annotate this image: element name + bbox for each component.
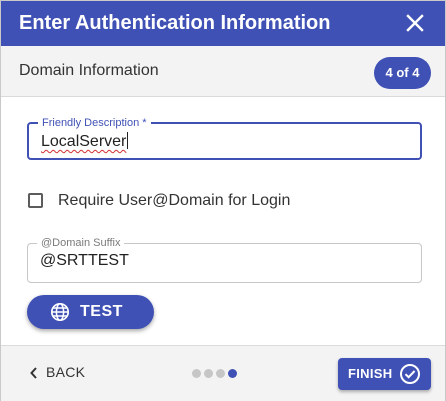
dialog-title: Enter Authentication Information	[19, 12, 331, 34]
text-caret	[127, 132, 129, 149]
dialog-titlebar: Enter Authentication Information	[1, 1, 445, 46]
require-user-domain-checkbox[interactable]	[28, 193, 43, 208]
authentication-dialog: Enter Authentication Information Domain …	[0, 0, 446, 401]
friendly-description-input[interactable]: LocalServer	[41, 132, 129, 151]
friendly-description-label: Friendly Description *	[38, 116, 151, 130]
test-button[interactable]: TEST	[27, 295, 154, 329]
domain-suffix-input[interactable]: @SRTTEST	[40, 252, 129, 270]
friendly-description-field[interactable]: Friendly Description * LocalServer	[27, 116, 422, 160]
require-user-domain-label[interactable]: Require User@Domain for Login	[58, 192, 290, 210]
step-indicator	[192, 369, 242, 379]
test-button-label: TEST	[80, 303, 123, 320]
step-dot	[228, 369, 237, 378]
finish-button[interactable]: FINISH	[338, 358, 431, 390]
check-circle-icon	[400, 364, 420, 384]
section-title: Domain Information	[19, 62, 159, 79]
chevron-left-icon	[30, 367, 37, 379]
globe-icon	[50, 302, 70, 322]
back-button[interactable]: BACK	[29, 363, 99, 383]
friendly-description-value: LocalServer	[41, 133, 127, 150]
close-button[interactable]	[403, 11, 427, 35]
back-button-label: BACK	[46, 364, 86, 380]
step-dot	[192, 369, 201, 378]
close-icon	[406, 14, 424, 32]
finish-button-label: FINISH	[348, 366, 393, 381]
domain-suffix-field[interactable]: @Domain Suffix @SRTTEST	[27, 236, 422, 283]
require-user-domain-row[interactable]: Require User@Domain for Login	[28, 192, 328, 212]
step-dot	[216, 369, 225, 378]
step-badge: 4 of 4	[374, 57, 431, 89]
step-dot	[204, 369, 213, 378]
domain-suffix-label: @Domain Suffix	[37, 236, 125, 250]
